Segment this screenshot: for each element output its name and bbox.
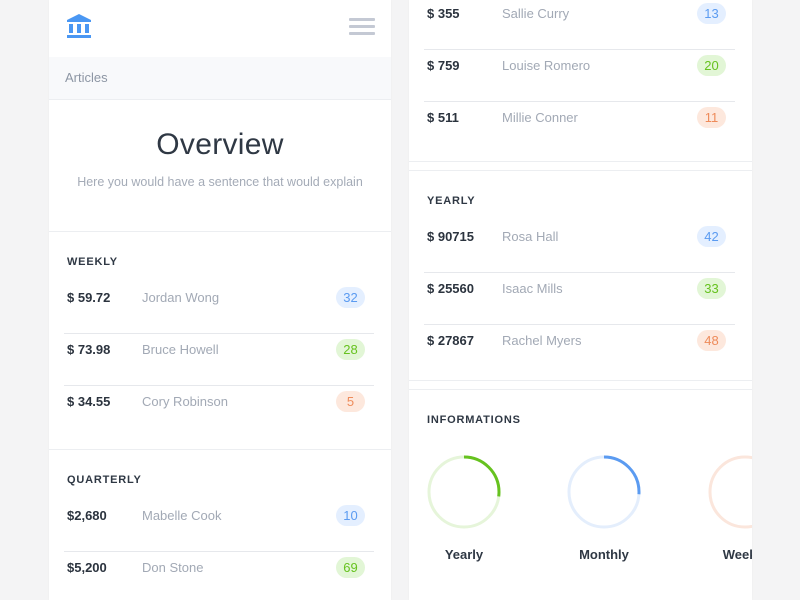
section-title: INFORMATIONS: [427, 414, 521, 426]
ring-monthly[interactable]: Monthly: [564, 453, 644, 562]
right-panel: $ 355 Sallie Curry 13 $ 759 Louise Romero 20 $…: [409, 0, 752, 600]
page-title: Overview: [156, 128, 284, 161]
top-bar: [49, 0, 391, 57]
progress-ring-icon: [427, 455, 501, 529]
ring-weekly[interactable]: Weekly: [705, 453, 752, 562]
count-badge: 48: [697, 330, 726, 351]
list-item[interactable]: $ 73.98 Bruce Howell 28: [64, 334, 374, 386]
informations-section: INFORMATIONS Yearly Monthly Weekly: [409, 390, 752, 586]
count-badge: 10: [336, 505, 365, 526]
progress-ring-icon: [708, 455, 752, 529]
amount: $2,680: [67, 508, 107, 523]
left-panel: Articles Overview Here you would have a …: [49, 0, 391, 600]
ring-label: Weekly: [722, 547, 752, 562]
count-badge: 32: [336, 287, 365, 308]
list-item[interactable]: $ 759 Louise Romero 20: [424, 50, 735, 102]
section-divider: [409, 381, 752, 390]
hamburger-menu-icon[interactable]: [349, 18, 375, 36]
amount: $ 511: [427, 110, 459, 125]
yearly-section: YEARLY $ 90715 Rosa Hall 42 $ 25560 Isaac Mi…: [409, 171, 752, 381]
bank-icon[interactable]: [66, 13, 92, 39]
section-title: QUARTERLY: [67, 474, 142, 486]
section-title: WEEKLY: [67, 256, 118, 268]
amount: $ 73.98: [67, 342, 111, 357]
amount: $5,200: [67, 560, 107, 575]
count-badge: 20: [697, 55, 726, 76]
ring-track: [708, 455, 752, 529]
person-name: Bruce Howell: [142, 342, 219, 357]
section-divider: [49, 441, 391, 450]
breadcrumb[interactable]: Articles: [49, 57, 391, 100]
amount: $ 90715: [427, 229, 474, 244]
list-item[interactable]: $ 34.55 Cory Robinson 5: [64, 386, 374, 438]
count-badge: 42: [697, 226, 726, 247]
list-item[interactable]: $ 27867 Rachel Myers 48: [424, 325, 735, 377]
yearly-list: $ 90715 Rosa Hall 42 $ 25560 Isaac Mills 33 $ …: [424, 221, 735, 377]
amount: $ 25560: [427, 281, 474, 296]
monthly-list: $ 355 Sallie Curry 13 $ 759 Louise Romero 20 $…: [424, 0, 735, 154]
page-subtitle: Here you would have a sentence that woul…: [77, 175, 363, 189]
person-name: Millie Conner: [502, 110, 578, 125]
list-item[interactable]: $ 90715 Rosa Hall 42: [424, 221, 735, 273]
count-badge: 33: [697, 278, 726, 299]
amount: $ 759: [427, 58, 460, 73]
list-item[interactable]: $ 59.72 Jordan Wong 32: [64, 282, 374, 334]
person-name: Sallie Curry: [502, 6, 570, 21]
person-name: Don Stone: [142, 560, 204, 575]
quarterly-section: QUARTERLY $2,680 Mabelle Cook 10 $5,200 Don …: [49, 450, 391, 600]
list-item[interactable]: $2,680 Mabelle Cook 10: [64, 500, 374, 552]
weekly-section: WEEKLY $ 59.72 Jordan Wong 32 $ 73.98 Bruce …: [49, 232, 391, 441]
section-divider: [409, 162, 752, 171]
list-item[interactable]: $ 511 Millie Conner 11: [424, 102, 735, 154]
list-item[interactable]: $5,200 Don Stone 69: [64, 552, 374, 600]
amount: $ 355: [427, 6, 460, 21]
count-badge: 69: [336, 557, 365, 578]
progress-rings: Yearly Monthly Weekly: [424, 426, 752, 586]
progress-ring-icon: [567, 455, 641, 529]
person-name: Rachel Myers: [502, 333, 582, 348]
amount: $ 59.72: [67, 290, 111, 305]
list-item[interactable]: $ 355 Sallie Curry 13: [424, 0, 735, 50]
monthly-section: $ 355 Sallie Curry 13 $ 759 Louise Romero 20 $…: [409, 0, 752, 162]
list-item[interactable]: $ 25560 Isaac Mills 33: [424, 273, 735, 325]
overview-header: Overview Here you would have a sentence …: [49, 100, 391, 232]
person-name: Isaac Mills: [502, 281, 563, 296]
person-name: Louise Romero: [502, 58, 591, 73]
person-name: Jordan Wong: [142, 290, 220, 305]
ring-yearly[interactable]: Yearly: [424, 453, 504, 562]
section-title: YEARLY: [427, 195, 476, 207]
count-badge: 5: [336, 391, 365, 412]
person-name: Cory Robinson: [142, 394, 228, 409]
amount: $ 27867: [427, 333, 474, 348]
person-name: Rosa Hall: [502, 229, 559, 244]
count-badge: 11: [697, 107, 726, 128]
person-name: Mabelle Cook: [142, 508, 222, 523]
weekly-list: $ 59.72 Jordan Wong 32 $ 73.98 Bruce Howell 2…: [64, 282, 374, 438]
quarterly-list: $2,680 Mabelle Cook 10 $5,200 Don Stone 69: [64, 500, 374, 600]
amount: $ 34.55: [67, 394, 111, 409]
count-badge: 13: [697, 3, 726, 24]
ring-label: Yearly: [444, 547, 484, 562]
ring-label: Monthly: [579, 547, 629, 562]
count-badge: 28: [336, 339, 365, 360]
